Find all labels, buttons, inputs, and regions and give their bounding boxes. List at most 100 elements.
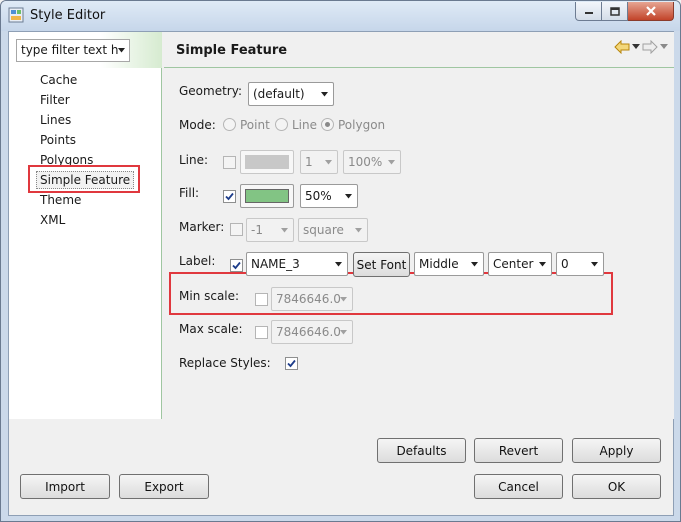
line-checkbox[interactable] xyxy=(223,156,236,169)
line-opacity-select[interactable]: 100% xyxy=(343,150,401,174)
nav-item-lines[interactable]: Lines xyxy=(9,110,161,130)
nav-item-filter[interactable]: Filter xyxy=(9,90,161,110)
dialog-client-area: type filter text h Cache Filter Lines Po… xyxy=(8,31,674,516)
min-scale-select[interactable]: 7846646.0 xyxy=(271,287,353,311)
window-title: Style Editor xyxy=(30,8,106,23)
checkmark-icon xyxy=(232,261,241,270)
nav-item-points[interactable]: Points xyxy=(9,130,161,150)
chevron-down-icon xyxy=(591,262,598,267)
chevron-down-icon xyxy=(340,330,347,335)
maximize-icon xyxy=(609,6,620,16)
max-scale-select[interactable]: 7846646.0 xyxy=(271,320,353,344)
replace-styles-label: Replace Styles: xyxy=(179,356,271,370)
marker-size-select[interactable]: -1 xyxy=(246,218,294,242)
forward-arrow-icon[interactable] xyxy=(642,40,658,54)
close-icon xyxy=(645,6,656,16)
label-vertical-align-value: Middle xyxy=(419,257,459,271)
apply-button[interactable]: Apply xyxy=(572,438,661,463)
selection-highlight-box xyxy=(28,165,140,193)
nav-item-cache[interactable]: Cache xyxy=(9,70,161,90)
max-scale-checkbox[interactable] xyxy=(255,326,268,339)
label-attribute-value: NAME_3 xyxy=(251,257,300,271)
fill-opacity-select[interactable]: 50% xyxy=(300,184,358,208)
chevron-down-icon xyxy=(355,228,362,233)
geometry-select[interactable]: (default) xyxy=(248,82,334,106)
chevron-down-icon xyxy=(281,228,288,233)
chevron-down-icon[interactable] xyxy=(632,44,640,50)
mode-label: Mode: xyxy=(179,118,216,132)
min-scale-value: 7846646.0 xyxy=(276,292,341,306)
style-editor-window: Style Editor type filter text h Cache Fi… xyxy=(0,0,681,522)
set-font-button[interactable]: Set Font xyxy=(353,252,410,277)
left-navigation-panel: type filter text h Cache Filter Lines Po… xyxy=(9,32,162,419)
fill-checkbox[interactable] xyxy=(223,190,236,203)
label-field-label: Label: xyxy=(179,254,216,268)
panel-title: Simple Feature xyxy=(176,43,288,58)
max-scale-value: 7846646.0 xyxy=(276,325,341,339)
maximize-button[interactable] xyxy=(602,2,628,21)
marker-shape-value: square xyxy=(303,223,344,237)
chevron-down-icon xyxy=(471,262,478,267)
defaults-button[interactable]: Defaults xyxy=(377,438,466,463)
revert-button[interactable]: Revert xyxy=(474,438,563,463)
history-navigation xyxy=(614,40,668,54)
chevron-down-icon xyxy=(325,160,332,165)
ok-button[interactable]: OK xyxy=(572,474,661,499)
line-width-value: 1 xyxy=(305,155,313,169)
export-button[interactable]: Export xyxy=(119,474,209,499)
mode-line-radio[interactable] xyxy=(275,118,288,131)
min-scale-checkbox[interactable] xyxy=(255,293,268,306)
min-scale-label: Min scale: xyxy=(179,289,240,303)
max-scale-label: Max scale: xyxy=(179,322,243,336)
marker-size-value: -1 xyxy=(251,223,263,237)
panel-header: Simple Feature xyxy=(164,32,674,68)
label-checkbox[interactable] xyxy=(230,259,243,272)
mode-line-label: Line xyxy=(292,118,318,132)
nav-list: Cache Filter Lines Points Polygons Simpl… xyxy=(9,70,161,230)
fill-opacity-value: 50% xyxy=(305,189,332,203)
replace-styles-checkbox[interactable] xyxy=(285,357,298,370)
chevron-down-icon xyxy=(345,194,352,199)
marker-checkbox[interactable] xyxy=(230,223,243,236)
marker-label: Marker: xyxy=(179,220,225,234)
minimize-button[interactable] xyxy=(575,2,602,21)
filter-input[interactable]: type filter text h xyxy=(16,39,130,62)
minimize-icon xyxy=(584,12,593,14)
geometry-select-value: (default) xyxy=(253,87,305,101)
back-arrow-icon[interactable] xyxy=(614,40,630,54)
line-width-select[interactable]: 1 xyxy=(300,150,338,174)
geometry-label: Geometry: xyxy=(179,84,243,98)
label-vertical-align-select[interactable]: Middle xyxy=(414,252,484,276)
chevron-down-icon xyxy=(118,48,125,53)
checkmark-icon xyxy=(287,359,296,368)
label-attribute-select[interactable]: NAME_3 xyxy=(246,252,348,276)
simple-feature-panel: Simple Feature Geometry: (default) Mode:… xyxy=(164,32,674,419)
window-controls xyxy=(575,2,674,21)
chevron-down-icon[interactable] xyxy=(660,44,668,50)
label-horizontal-align-value: Center xyxy=(493,257,534,271)
chevron-down-icon xyxy=(321,92,328,97)
mode-point-radio[interactable] xyxy=(223,118,236,131)
marker-shape-select[interactable]: square xyxy=(298,218,368,242)
line-label: Line: xyxy=(179,153,209,167)
line-color-swatch xyxy=(245,155,289,169)
title-bar[interactable]: Style Editor xyxy=(1,1,680,31)
mode-polygon-radio[interactable] xyxy=(321,118,334,131)
mode-point-label: Point xyxy=(240,118,270,132)
line-opacity-value: 100% xyxy=(348,155,383,169)
cancel-button[interactable]: Cancel xyxy=(474,474,563,499)
checkmark-icon xyxy=(225,192,234,201)
line-color-button[interactable] xyxy=(240,150,294,174)
fill-label: Fill: xyxy=(179,186,200,200)
label-horizontal-align-select[interactable]: Center xyxy=(488,252,552,276)
filter-input-text: type filter text h xyxy=(21,43,119,57)
fill-color-button[interactable] xyxy=(240,184,294,208)
label-rotation-select[interactable]: 0 xyxy=(556,252,604,276)
chevron-down-icon xyxy=(335,262,342,267)
nav-item-xml[interactable]: XML xyxy=(9,210,161,230)
close-button[interactable] xyxy=(628,2,674,21)
label-rotation-value: 0 xyxy=(561,257,569,271)
import-button[interactable]: Import xyxy=(20,474,110,499)
nav-item-theme[interactable]: Theme xyxy=(9,190,161,210)
chevron-down-icon xyxy=(340,297,347,302)
